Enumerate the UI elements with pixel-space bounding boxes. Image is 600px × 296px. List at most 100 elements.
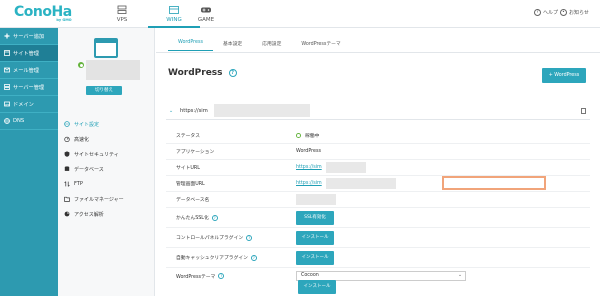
question-icon[interactable]: ? (250, 254, 257, 261)
sidebar-item-label: ドメイン (13, 101, 34, 108)
subnav-label: ファイルマネージャー (74, 196, 124, 203)
subnav-file-manager[interactable]: ファイルマネージャー (62, 192, 152, 206)
subnav-site-settings[interactable]: サイト設定 (62, 117, 152, 131)
subnav-site-security[interactable]: サイトセキュリティ (62, 147, 152, 161)
subnav-label: アクセス解析 (74, 211, 104, 218)
nav-tab-vps[interactable]: VPS (96, 0, 148, 28)
notice-link[interactable]: • お知らせ (560, 9, 589, 16)
enable-ssl-button[interactable]: SSL有効化 (296, 210, 334, 225)
question-icon[interactable]: ? (228, 69, 237, 77)
server-icon (117, 5, 127, 14)
subnav-label: サイト設定 (74, 121, 100, 128)
question-icon: ? (534, 9, 541, 16)
row-cache-clear-plugin: 自動キャッシュクリアプラグイン ? インストール (166, 248, 590, 268)
main-content: WordPress 基本設定 応用設定 WordPressテーマ WordPre… (156, 28, 600, 296)
install-theme-wrapper: インストール (298, 280, 336, 294)
ftp-icon (64, 181, 70, 187)
folder-icon (64, 196, 70, 202)
nav-tab-game[interactable]: GAME (180, 0, 232, 28)
row-application: アプリケーション WordPress (166, 144, 590, 160)
subnav-database[interactable]: データベース (62, 162, 152, 176)
application-value: WordPress (296, 149, 321, 154)
tabs-divider (156, 52, 600, 53)
speed-icon (64, 136, 70, 143)
switch-site-button[interactable]: 切り替え (86, 86, 122, 95)
nav-tab-label: VPS (116, 17, 128, 23)
gamepad-icon (201, 7, 211, 13)
sidebar-item-label: DNS (13, 118, 25, 124)
row-label: 管理画面URL (176, 182, 205, 187)
globe-icon (64, 121, 70, 127)
site-name-redacted (86, 60, 140, 80)
mail-icon (4, 67, 10, 73)
site-accordion-header[interactable]: ⌄ https://sim (166, 102, 590, 120)
database-name-redacted (296, 194, 336, 205)
status-running-icon (296, 133, 301, 138)
row-label: ステータス (176, 134, 200, 139)
sidebar-item-server-management[interactable]: サーバー管理 (0, 79, 58, 96)
subnav-ftp[interactable]: FTP (62, 177, 152, 191)
top-bar: ConoHa by GMO VPS WING GAME ? ヘルプ • お知らせ (0, 0, 600, 28)
install-cp-plugin-button[interactable]: インストール (296, 230, 334, 245)
sidebar-item-mail[interactable]: メール管理 (0, 62, 58, 79)
status-value: 稼働中 (305, 134, 320, 139)
tab-wordpress-theme[interactable]: WordPressテーマ (291, 40, 350, 51)
row-database-name: データベース名 (166, 192, 590, 208)
theme-select-value: Cocoon (301, 273, 319, 278)
notice-label: お知らせ (569, 10, 589, 16)
row-label: データベース名 (176, 198, 210, 203)
sidebar-item-site-management[interactable]: サイト管理 (0, 45, 58, 62)
subnav-access-analysis[interactable]: アクセス解析 (62, 207, 152, 221)
trash-icon[interactable] (581, 108, 586, 114)
tab-advanced-settings[interactable]: 応用設定 (252, 40, 291, 51)
server-icon (4, 84, 10, 90)
help-link[interactable]: ? ヘルプ (534, 9, 558, 16)
subnav-label: サイトセキュリティ (74, 151, 119, 158)
row-label: アプリケーション (176, 150, 215, 155)
sidebar-item-label: メール管理 (13, 67, 39, 74)
database-icon (64, 166, 70, 172)
row-label: コントロールパネルプラグイン (176, 236, 244, 241)
wordpress-tabs: WordPress 基本設定 応用設定 WordPressテーマ (168, 40, 351, 51)
chevron-down-icon: ⌄ (168, 107, 174, 114)
row-easy-ssl: かんたんSSL化 ? SSL有効化 (166, 208, 590, 228)
question-icon[interactable]: ? (211, 214, 218, 221)
site-url-redacted (325, 162, 366, 173)
site-thumbnail (94, 38, 118, 58)
shield-icon (64, 151, 70, 157)
row-wordpress-theme: WordPressテーマ ? Cocoon ⌄ (166, 268, 590, 284)
install-cache-plugin-button[interactable]: インストール (296, 250, 334, 265)
svg-text:www: www (5, 102, 10, 106)
page-title: WordPress ? (168, 68, 237, 78)
question-icon[interactable]: ? (218, 273, 225, 279)
nav-tab-label: GAME (197, 17, 215, 23)
install-theme-button[interactable]: インストール (298, 280, 336, 294)
help-label: ヘルプ (543, 10, 559, 16)
wing-icon (169, 6, 179, 14)
subnav-speedup[interactable]: 高速化 (62, 132, 152, 146)
row-status: ステータス 稼働中 (166, 128, 590, 144)
row-site-url: サイトURL https://sim (166, 160, 590, 176)
conoha-logo[interactable]: ConoHa by GMO (14, 4, 72, 22)
question-icon[interactable]: ? (246, 234, 253, 241)
admin-url-redacted (325, 178, 396, 189)
admin-url-link[interactable]: https://sim (296, 181, 322, 186)
tab-basic-settings[interactable]: 基本設定 (213, 40, 252, 51)
site-url-redacted (213, 104, 310, 117)
plus-icon (4, 33, 10, 39)
tab-wordpress[interactable]: WordPress (168, 40, 213, 51)
subnav-label: 高速化 (74, 136, 90, 143)
row-label: 自動キャッシュクリアプラグイン (176, 256, 248, 261)
admin-url-highlight-box (442, 176, 546, 190)
sidebar-item-add-server[interactable]: サーバー追加 (0, 28, 58, 45)
add-wordpress-button[interactable]: + WordPress (542, 68, 586, 83)
site-url-link[interactable]: https://sim (296, 165, 322, 170)
site-subpanel: 切り替え サイト設定 高速化 サイトセキュリティ データベース FTP ファイル… (58, 28, 155, 296)
site-icon (4, 50, 10, 56)
subnav-label: データベース (74, 166, 104, 173)
domain-icon: www (4, 101, 10, 107)
sidebar-item-label: サーバー管理 (13, 84, 45, 91)
sidebar-item-dns[interactable]: DNS (0, 113, 58, 130)
sidebar-item-domain[interactable]: www ドメイン (0, 96, 58, 113)
row-label: WordPressテーマ (176, 274, 216, 280)
